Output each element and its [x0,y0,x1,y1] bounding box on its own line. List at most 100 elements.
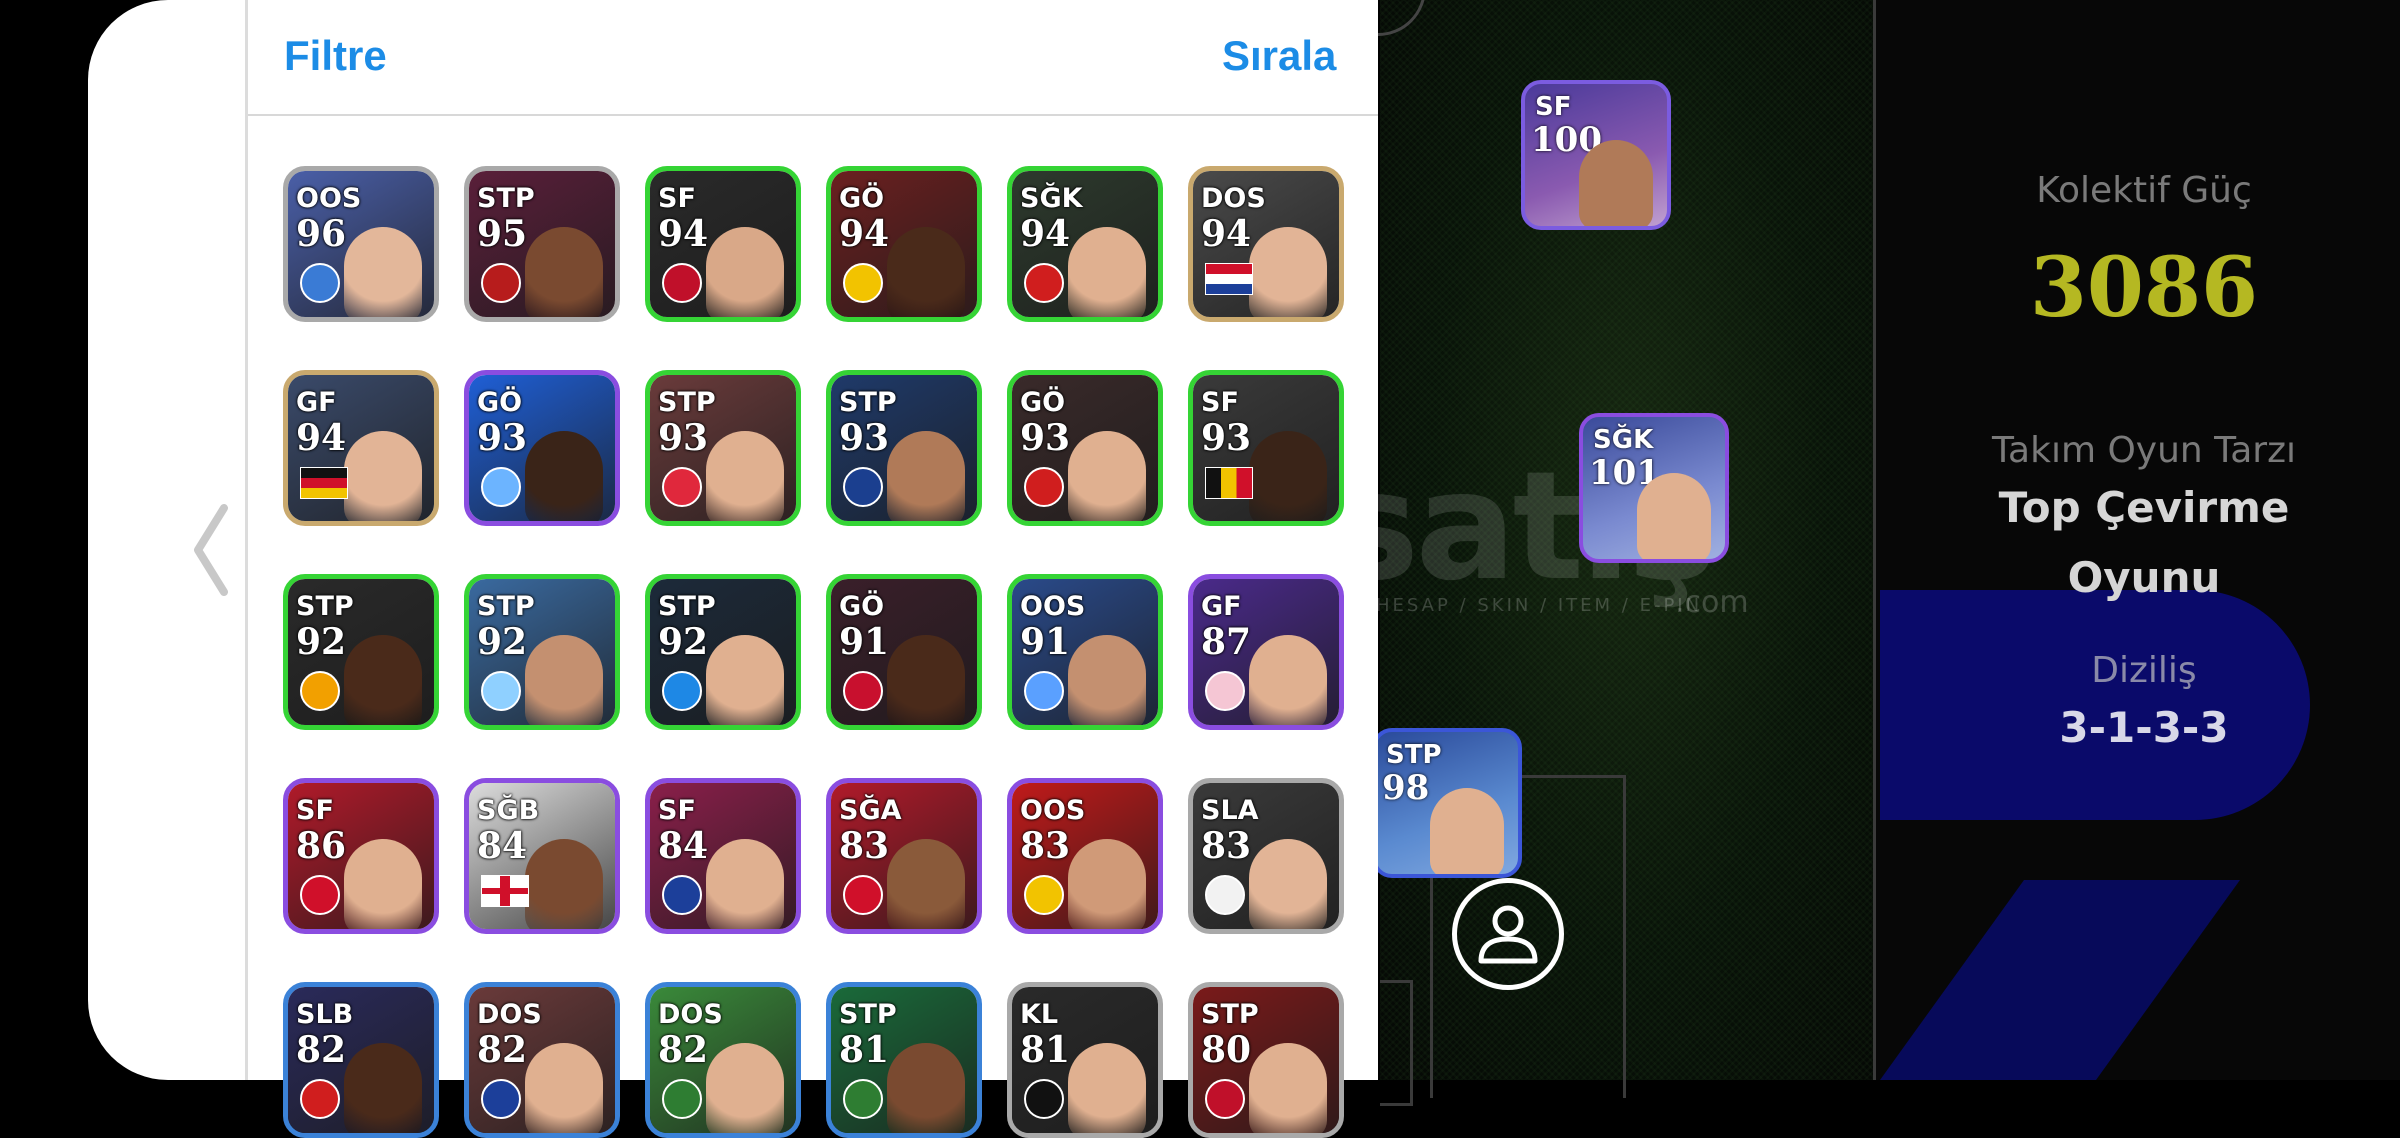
player-card[interactable]: GF 94 [283,370,439,526]
player-card[interactable]: STP 95 [464,166,620,322]
pitch-player-position: SF [1535,92,1572,122]
player-position: STP [658,591,716,622]
club-badge-icon [662,467,702,507]
player-card[interactable]: DOS 94 [1188,166,1344,322]
player-card[interactable]: OOS 96 [283,166,439,322]
player-portrait [706,227,784,317]
player-position: SLA [1201,795,1259,826]
player-card[interactable]: SLB 82 [283,982,439,1138]
player-portrait [1068,431,1146,521]
player-card[interactable]: SF 84 [645,778,801,934]
pitch-player-card[interactable]: SF 100 [1521,80,1671,230]
player-card[interactable]: SĞA 83 [826,778,982,934]
pitch-goal-box [1380,980,1413,1106]
player-card[interactable]: GF 87 [1188,574,1344,730]
player-card[interactable]: STP 92 [645,574,801,730]
player-portrait [887,227,965,317]
pitch-player-rating: 98 [1382,768,1430,808]
player-card[interactable]: SF 86 [283,778,439,934]
club-badge-icon [662,1079,702,1119]
player-rating: 80 [1201,1029,1252,1071]
team-style-value-line2: Oyunu [2067,553,2221,602]
player-position: GÖ [477,387,523,418]
player-card[interactable]: STP 92 [283,574,439,730]
club-badge-icon [481,1079,521,1119]
player-portrait [1249,635,1327,725]
player-card[interactable]: SF 94 [645,166,801,322]
player-rating: 92 [296,621,347,663]
player-card[interactable]: STP 93 [826,370,982,526]
player-card[interactable]: GÖ 93 [464,370,620,526]
user-icon [1478,905,1538,964]
club-badge-icon [843,263,883,303]
player-portrait [887,1043,965,1133]
team-style-label: Takım Oyun Tarzı [1992,430,2296,471]
player-position: SĞA [839,795,902,826]
player-portrait [344,431,422,521]
club-badge-icon [843,875,883,915]
player-position: STP [477,591,535,622]
player-rating: 93 [839,417,890,459]
club-badge-icon [1205,875,1245,915]
club-badge-icon [481,467,521,507]
club-badge-icon [481,263,521,303]
player-card[interactable]: DOS 82 [464,982,620,1138]
player-card[interactable]: SLA 83 [1188,778,1344,934]
nation-flag-icon [300,467,348,499]
club-badge-icon [300,1079,340,1119]
club-badge-icon [843,1079,883,1119]
player-rating: 94 [296,417,347,459]
player-card[interactable]: GÖ 93 [1007,370,1163,526]
chevron-left-icon[interactable] [186,500,236,600]
player-card[interactable]: STP 81 [826,982,982,1138]
player-rating: 92 [477,621,528,663]
player-rating: 96 [296,213,347,255]
player-rating: 83 [839,825,890,867]
team-style-value-line1: Top Çevirme [1998,483,2290,532]
player-rating: 83 [1201,825,1252,867]
player-card[interactable]: GÖ 94 [826,166,982,322]
player-portrait [525,431,603,521]
player-rating: 82 [658,1029,709,1071]
player-position: DOS [477,999,542,1030]
player-position: GÖ [839,591,885,622]
player-card[interactable]: SĞB 84 [464,778,620,934]
player-portrait [525,227,603,317]
player-card[interactable]: STP 93 [645,370,801,526]
player-position: SĞK [1020,183,1083,214]
player-card[interactable]: DOS 82 [645,982,801,1138]
profile-button[interactable] [1452,878,1564,990]
club-badge-icon [1205,1079,1245,1119]
player-position: STP [1201,999,1259,1030]
player-rating: 86 [296,825,347,867]
player-card[interactable]: GÖ 91 [826,574,982,730]
collective-strength-value: 3086 [2029,240,2259,336]
player-card[interactable]: STP 92 [464,574,620,730]
player-card[interactable]: OOS 83 [1007,778,1163,934]
watermark-subtext: HESAP / SKIN / ITEM / E-PIN [1376,595,1703,616]
sort-button[interactable]: Sırala [1222,32,1336,80]
header-divider [248,114,1378,116]
player-position: GÖ [1020,387,1066,418]
player-rating: 93 [1201,417,1252,459]
player-card[interactable]: OOS 91 [1007,574,1163,730]
pitch-player-position: SĞK [1593,425,1654,455]
pitch-player-card[interactable]: SĞK 101 [1579,413,1729,563]
player-rating: 91 [839,621,890,663]
player-card[interactable]: SĞK 94 [1007,166,1163,322]
club-badge-icon [843,467,883,507]
player-rating: 94 [1020,213,1071,255]
player-card[interactable]: STP 80 [1188,982,1344,1138]
nation-flag-icon [1205,263,1253,295]
player-card[interactable]: KL 81 [1007,982,1163,1138]
club-badge-icon [300,875,340,915]
player-position: STP [296,591,354,622]
formation-value: 3-1-3-3 [2059,703,2229,752]
filter-button[interactable]: Filtre [284,32,387,80]
player-card[interactable]: SF 93 [1188,370,1344,526]
player-rating: 84 [477,825,528,867]
pitch-player-card[interactable]: STP 98 [1372,728,1522,878]
player-position: STP [839,999,897,1030]
player-portrait [1249,1043,1327,1133]
club-badge-icon [481,671,521,711]
